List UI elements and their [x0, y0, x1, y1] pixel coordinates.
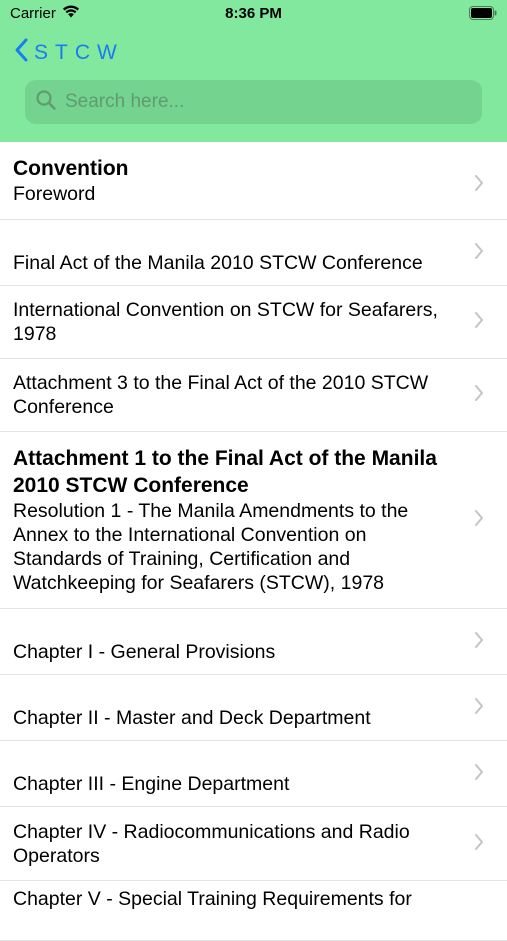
status-time: 8:36 PM	[225, 5, 282, 22]
chevron-back-icon	[14, 38, 28, 68]
list-item-text: Foreword	[13, 183, 96, 205]
list-item-chapter-4[interactable]: Chapter IV - Radiocommunications and Rad…	[0, 807, 507, 881]
list-item-text: Chapter IV - Radiocommunications and Rad…	[13, 820, 410, 867]
battery-icon	[469, 6, 497, 24]
chevron-right-icon	[475, 833, 483, 850]
list-item-chapter-5[interactable]: Chapter V - Special Training Requirement…	[0, 881, 507, 941]
chevron-right-icon	[475, 174, 483, 191]
list-item-attachment-1[interactable]: Attachment 1 to the Final Act of the Man…	[0, 432, 507, 609]
list-item-text: International Convention on STCW for Sea…	[13, 299, 438, 345]
search-bar[interactable]	[25, 80, 482, 124]
list-item-title: Convention	[13, 157, 129, 180]
list-item-final-act[interactable]: Final Act of the Manila 2010 STCW Confer…	[0, 220, 507, 286]
list-item-chapter-3[interactable]: Chapter III - Engine Department	[0, 741, 507, 807]
chevron-right-icon	[475, 312, 483, 328]
chevron-right-icon	[475, 697, 483, 714]
list-item-international-convention[interactable]: International Convention on STCW for Sea…	[0, 286, 507, 359]
list-item-convention-foreword[interactable]: Convention Foreword	[0, 142, 507, 220]
list-item-text: Chapter II - Master and Deck Department	[13, 706, 371, 729]
back-button-label: STCW	[34, 41, 124, 64]
chevron-right-icon	[475, 385, 483, 401]
list-item-title: Attachment 1 to the Final Act of the Man…	[13, 447, 437, 497]
list-item-text: Resolution 1 - The Manila Amendments to …	[13, 500, 409, 594]
list-item-text: Attachment 3 to the Final Act of the 201…	[13, 372, 429, 418]
list-item-text: Chapter III - Engine Department	[13, 772, 290, 795]
chapter-list: Convention Foreword Final Act of the Man…	[0, 142, 507, 941]
list-item-chapter-2[interactable]: Chapter II - Master and Deck Department	[0, 675, 507, 741]
back-button[interactable]: STCW	[14, 38, 124, 68]
search-icon	[35, 89, 57, 116]
header: Carrier 8:36 PM STCW	[0, 0, 507, 142]
chevron-right-icon	[475, 631, 483, 648]
list-item-chapter-1[interactable]: Chapter I - General Provisions	[0, 609, 507, 675]
list-item-attachment-3[interactable]: Attachment 3 to the Final Act of the 201…	[0, 359, 507, 432]
search-input[interactable]	[63, 90, 467, 114]
status-bar: Carrier 8:36 PM	[0, 0, 507, 28]
chevron-right-icon	[475, 510, 483, 526]
list-item-text: Chapter I - General Provisions	[13, 640, 276, 663]
list-item-text: Chapter V - Special Training Requirement…	[13, 888, 412, 910]
chevron-right-icon	[475, 242, 483, 259]
chevron-right-icon	[475, 763, 483, 780]
list-item-text: Final Act of the Manila 2010 STCW Confer…	[13, 251, 423, 274]
